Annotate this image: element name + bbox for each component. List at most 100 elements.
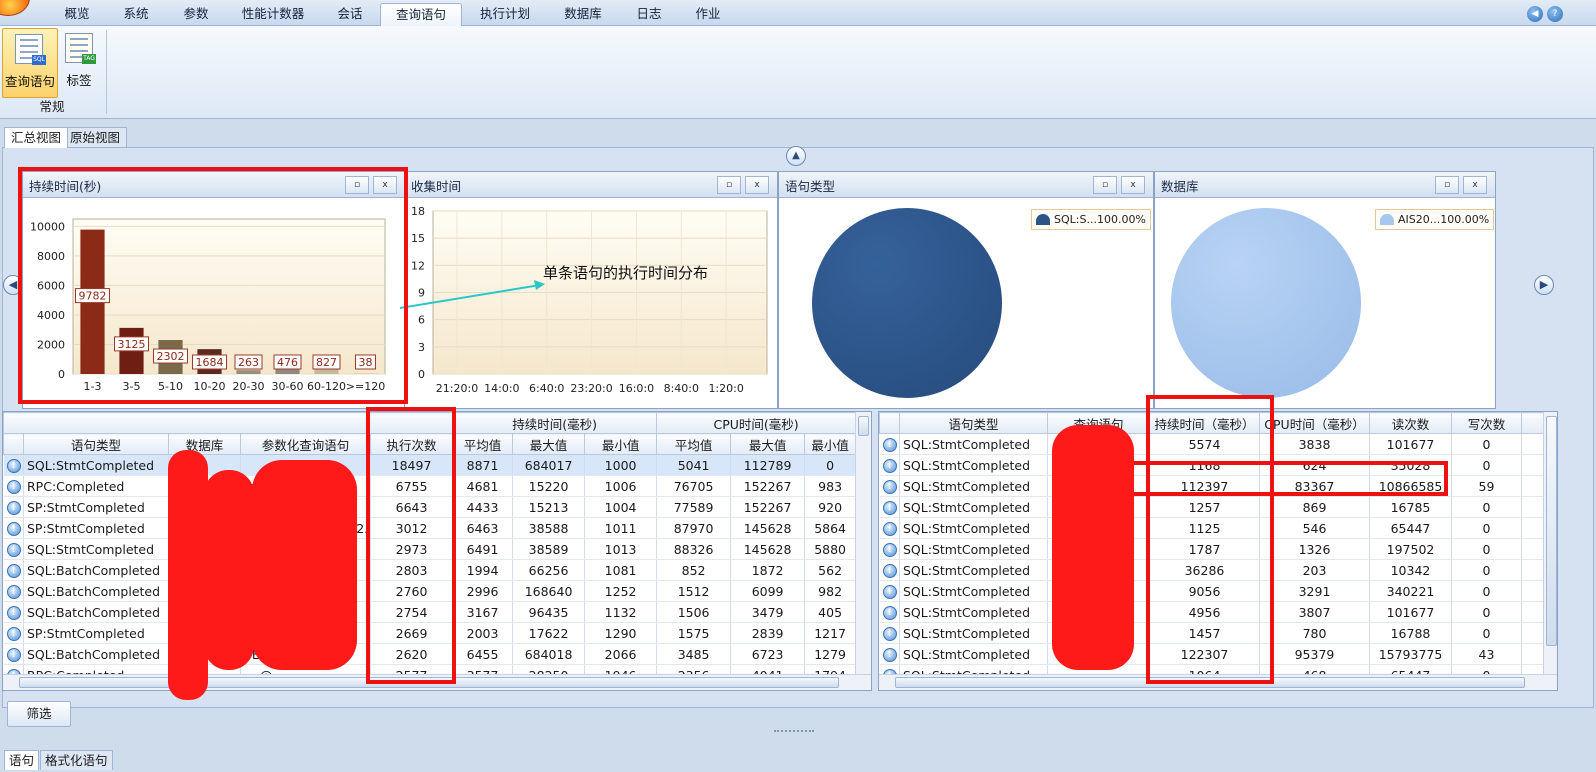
maximize-icon[interactable]: ▫ (717, 176, 741, 194)
right-col-header-3[interactable]: CPU时间（毫秒） (1259, 412, 1370, 434)
collapse-up-icon[interactable]: ▲ (786, 146, 806, 166)
x-tick-label: 8:40:0 (664, 382, 699, 395)
tab-summary-view[interactable]: 汇总视图 (4, 127, 69, 148)
table-row[interactable]: ! SQL:StmtCompleted 1257 869 16785 0 (879, 496, 1557, 518)
table-cell: 145628 (730, 538, 806, 560)
scroll-thumb[interactable] (858, 416, 869, 436)
table-row[interactable]: ! SQL:StmtCompleted ex ... n... 2973 6491 385… (3, 538, 857, 560)
table-row[interactable]: ! SQL:StmtCompleted 1168 624 35028 0 (879, 454, 1557, 476)
table-cell: 168640 (512, 580, 586, 602)
left-col-header-5[interactable]: 最大值 (512, 433, 586, 455)
right-col-header-1[interactable]: 查询语句 (1047, 412, 1150, 434)
left-col-header-3[interactable]: 执行次数 (369, 433, 454, 455)
ribbon-tag-button[interactable]: TAG 标签 (60, 28, 98, 98)
help-icon[interactable]: ? (1547, 6, 1563, 22)
menu-tab-9[interactable]: 作业 (680, 3, 736, 26)
table-row[interactable]: ! SP:StmtCompleted select top @value2... 30… (3, 517, 857, 539)
database-pie-slice (1171, 208, 1361, 398)
menu-tab-7[interactable]: 数据库 (548, 3, 618, 26)
left-col-header-7[interactable]: 平均值 (656, 433, 732, 455)
scroll-thumb[interactable] (1546, 416, 1557, 646)
table-cell: 122307 (1149, 643, 1260, 665)
table-cell: 1257 (1149, 496, 1260, 518)
scroll-right-icon[interactable]: ▶ (1534, 275, 1554, 295)
table-row[interactable]: ! RPC:Completed reen ... 6755 4681 15220 1006 7… (3, 475, 857, 497)
menu-tab-1[interactable]: 系统 (108, 3, 164, 26)
menu-tab-2[interactable]: 参数 (168, 3, 224, 26)
table-row[interactable]: ! SQL:StmtCompleted 1787 1326 197502 0 (879, 538, 1557, 560)
table-row[interactable]: ! SQL:StmtCompleted 1125 546 65447 0 (879, 517, 1557, 539)
maximize-icon[interactable]: ▫ (1093, 176, 1117, 194)
table-row[interactable]: ! SQL:StmtCompleted 1457 780 16788 0 (879, 622, 1557, 644)
table-row[interactable]: ! SQL:StmtCompleted 112397 83367 10866585 59 (879, 475, 1557, 497)
close-icon[interactable]: x (373, 176, 397, 194)
menu-tab-5[interactable]: 查询语句 (380, 3, 462, 26)
ribbon-query-button[interactable]: SQL 查询语句 (2, 28, 58, 98)
right-col-header-5[interactable]: 写次数 (1451, 412, 1522, 434)
left-col-header-2[interactable]: 参数化查询语句 (240, 433, 371, 455)
right-col-header-2[interactable]: 持续时间（毫秒） (1149, 412, 1260, 434)
filter-button[interactable]: 筛选 (7, 701, 71, 727)
right-grid-vscroll[interactable] (1543, 412, 1557, 674)
tab-raw-view[interactable]: 原始视图 (63, 127, 128, 148)
left-col-header-9[interactable]: 最小值 (804, 433, 857, 455)
row-icon-cell: ! (3, 517, 24, 539)
x-tick-label: 1:20:0 (708, 382, 743, 395)
table-row[interactable]: ! SQL:BatchCompleted -- @ps ...m... 2754 316… (3, 601, 857, 623)
close-icon[interactable]: x (1463, 176, 1487, 194)
row-icon-cell: ! (879, 580, 900, 602)
close-icon[interactable]: x (745, 176, 769, 194)
app-orb-icon[interactable] (0, 0, 30, 16)
y-tick-label: 2000 (37, 338, 65, 351)
tab-statement[interactable]: 语句 (4, 750, 40, 770)
table-cell: SQL:BatchCompleted (23, 559, 169, 581)
menu-tab-0[interactable]: 概览 (48, 3, 106, 26)
maximize-icon[interactable]: ▫ (1435, 176, 1459, 194)
x-tick-label: 6:40:0 (529, 382, 564, 395)
left-grid-hscroll[interactable] (3, 674, 871, 690)
table-row[interactable]: ! SQL:StmtCompleted 9056 3291 340221 0 (879, 580, 1557, 602)
right-col-header-0[interactable]: 语句类型 (899, 412, 1048, 434)
scroll-thumb[interactable] (895, 677, 1525, 688)
database-legend-label: AIS20...100.00% (1398, 213, 1490, 226)
table-cell: 38588 (512, 517, 586, 539)
menu-tab-3[interactable]: 性能计数器 (228, 3, 318, 26)
table-row[interactable]: ! SQL:BatchCompleted -- ... 2803 1994 66256 10… (3, 559, 857, 581)
left-grid-vscroll[interactable] (855, 412, 871, 674)
table-row[interactable]: ! SQL:StmtCompleted 5574 3838 101677 0 (879, 433, 1557, 455)
table-cell: SELECT ... (240, 643, 371, 665)
table-cell: select top @value2... (240, 517, 371, 539)
table-row[interactable]: ! SQL:StmtCompleted 4956 3807 101677 0 (879, 601, 1557, 623)
left-col-header-4[interactable]: 平均值 (452, 433, 514, 455)
menu-tab-6[interactable]: 执行计划 (464, 3, 546, 26)
table-row[interactable]: ! SQL:StmtCompleted 36286 203 10342 0 (879, 559, 1557, 581)
menu-tab-4[interactable]: 会话 (322, 3, 378, 26)
right-col-header-4[interactable]: 读次数 (1369, 412, 1452, 434)
menu-tab-8[interactable]: 日志 (620, 3, 678, 26)
table-cell: 15213 (512, 496, 586, 518)
table-cell: 869 (1259, 496, 1370, 518)
left-col-header-0[interactable]: 语句类型 (23, 433, 169, 455)
table-cell: 1011 (584, 517, 658, 539)
splitter-handle[interactable] (774, 730, 814, 733)
left-col-header-1[interactable]: 数据库 (168, 433, 241, 455)
table-row[interactable]: ! SQL:StmtCompleted 18497 8871 684017 1000 504… (3, 454, 857, 476)
table-cell (168, 643, 241, 665)
close-icon[interactable]: x (1121, 176, 1145, 194)
left-col-header-6[interactable]: 最小值 (584, 433, 658, 455)
scroll-thumb[interactable] (19, 677, 839, 688)
tab-formatted-statement[interactable]: 格式化语句 (40, 750, 113, 770)
maximize-icon[interactable]: ▫ (345, 176, 369, 194)
scroll-left-icon[interactable]: ◀ (3, 275, 23, 295)
table-row[interactable]: ! SQL:StmtCompleted 122307 95379 15793775 43 (879, 643, 1557, 665)
table-cell: 10342 (1369, 559, 1452, 581)
back-arrow-icon[interactable]: ◀ (1527, 6, 1543, 22)
table-row[interactable]: ! SP:StmtCompleted de ... 2669 2003 17622 1290… (3, 622, 857, 644)
table-row[interactable]: ! SQL:BatchCompleted SELECT ... 2620 6455 684… (3, 643, 857, 665)
info-icon: ! (6, 584, 21, 599)
table-row[interactable]: ! SP:StmtCompleted select @value [... 6643 4… (3, 496, 857, 518)
left-col-header-8[interactable]: 最大值 (730, 433, 806, 455)
table-row[interactable]: ! SQL:BatchCompleted -- ... 2760 2996 168640 1… (3, 580, 857, 602)
table-cell: 43 (1451, 643, 1522, 665)
right-grid-hscroll[interactable] (879, 674, 1557, 690)
